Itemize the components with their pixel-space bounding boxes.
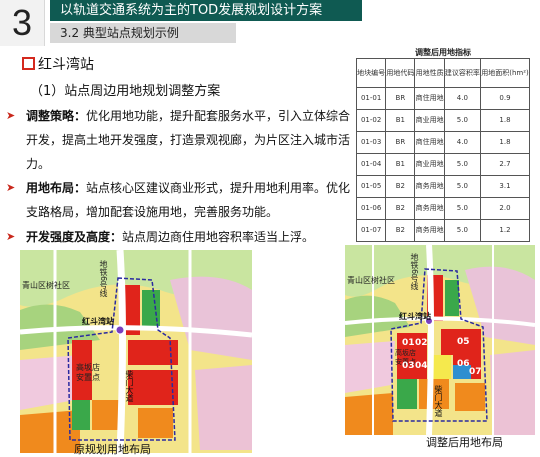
page-subtitle: 3.2 典型站点规划示例: [50, 23, 236, 43]
table-row: 01-05 B2 商务用地 5.0 3.1: [355, 175, 530, 198]
parcel-label: 01: [402, 338, 415, 348]
cell: 2.0: [480, 197, 530, 220]
header-cell: 用地代码: [385, 58, 416, 88]
housing-label: 高坂店安置点: [76, 363, 100, 382]
table-title: 调整后用地指标: [415, 48, 471, 57]
table-header-row: 地块编号 用地代码 用地性质 建议容积率 用地面积(hm²): [355, 58, 530, 88]
cell: 2.7: [480, 153, 530, 176]
bullet-layout: ➤ 用地布局：站点核心区建议商业形式，提升用地利用率。优化支路格局，增加配套设施…: [6, 176, 358, 224]
cell: 01-06: [355, 197, 387, 220]
cell: B2: [385, 197, 416, 220]
cell: 0.9: [480, 87, 530, 110]
section-heading: （1）站点周边用地规划调整方案: [30, 84, 221, 99]
cell: 5.0: [443, 175, 482, 198]
table-row: 01-02 B1 商业用地 5.0 1.8: [355, 109, 530, 132]
table-row: 01-01 BR 商住用地 4.0 0.9: [355, 87, 530, 110]
bullet-key: 用地布局：: [26, 181, 87, 195]
cell: 商住用地: [414, 131, 445, 154]
cell: B2: [385, 175, 416, 198]
cell: 商务用地: [414, 197, 445, 220]
station-name: 红斗湾站: [38, 57, 94, 73]
adjusted-land-use-map: 青山区树社区 地铁6号线 红斗湾站 高坂店安置点 柴门大道 01 02 05 0…: [345, 245, 535, 435]
bullet-key: 开发强度及高度：: [26, 230, 123, 244]
cell: BR: [385, 87, 416, 110]
original-map-caption: 原规划用地布局: [74, 443, 151, 456]
bullet-strategy: ➤ 调整策略：优化用地功能，提升配套服务水平，引入立体综合开发，提高土地开发强度…: [6, 104, 358, 176]
district-label: 青山区树社区: [22, 281, 70, 290]
cell: B2: [385, 219, 416, 242]
district-label: 青山区树社区: [347, 276, 395, 285]
cell: BR: [385, 131, 416, 154]
metro-line-label: 地铁6号线: [99, 260, 108, 298]
cell: 5.0: [443, 109, 482, 132]
cell: 商务用地: [414, 175, 445, 198]
cell: 4.0: [443, 87, 482, 110]
original-land-use-map: 青山区树社区 地铁6号线 红斗湾站 高坂店安置点 柴门大道: [20, 250, 252, 453]
cell: 商业用地: [414, 109, 445, 132]
cell: 01-02: [355, 109, 387, 132]
cell: 1.2: [480, 219, 530, 242]
cell: 商住用地: [414, 87, 445, 110]
table-row: 01-04 B1 商业用地 5.0 2.7: [355, 153, 530, 176]
road-label: 柴门大道: [125, 370, 134, 402]
cell: B1: [385, 109, 416, 132]
section-number: 3: [0, 0, 45, 46]
cell: 01-04: [355, 153, 387, 176]
adjusted-map-caption: 调整后用地布局: [426, 436, 503, 449]
cell: 5.0: [443, 219, 482, 242]
road-label: 柴门大道: [434, 385, 443, 417]
cell: 1.8: [480, 131, 530, 154]
arrow-bullet-icon: ➤: [6, 181, 16, 194]
cell: 商业用地: [414, 153, 445, 176]
cell: 5.0: [443, 153, 482, 176]
cell: 01-07: [355, 219, 387, 242]
table-row: 01-06 B2 商务用地 5.0 2.0: [355, 197, 530, 220]
parcel-label: 07: [469, 367, 482, 377]
cell: 01-01: [355, 87, 387, 110]
header-cell: 地块编号: [355, 58, 387, 88]
station-label: 红斗湾站: [82, 317, 114, 326]
page-title: 以轨道交通系统为主的TOD发展规划设计方案: [50, 0, 362, 21]
arrow-bullet-icon: ➤: [6, 109, 16, 122]
station-label: 红斗湾站: [399, 312, 431, 321]
table-row: 01-03 BR 商住用地 4.0 1.8: [355, 131, 530, 154]
cell: 1.8: [480, 109, 530, 132]
metro-line-label: 地铁6号线: [410, 253, 419, 291]
parcel-label: 06: [457, 359, 470, 369]
parcel-label: 03: [402, 361, 415, 371]
bullet-intensity: ➤ 开发强度及高度：站点周边商住用地容积率适当上浮。: [6, 225, 358, 249]
cell: 4.0: [443, 131, 482, 154]
cell: 01-05: [355, 175, 387, 198]
parcel-label: 04: [415, 361, 428, 371]
header-cell: 用地性质: [414, 58, 445, 88]
square-bullet-icon: [22, 57, 35, 70]
cell: B1: [385, 153, 416, 176]
bullet-text: 站点周边商住用地容积率适当上浮。: [122, 230, 315, 244]
header-cell: 建议容积率: [443, 58, 482, 88]
parcel-label: 02: [415, 338, 428, 348]
bullet-key: 调整策略：: [26, 109, 87, 123]
cell: 商务用地: [414, 219, 445, 242]
header-cell: 用地面积(hm²): [480, 58, 530, 88]
station-heading: 红斗湾站: [22, 54, 94, 74]
cell: 01-03: [355, 131, 387, 154]
cell: 3.1: [480, 175, 530, 198]
parcel-label: 05: [457, 337, 470, 347]
land-use-table: 地块编号 用地代码 用地性质 建议容积率 用地面积(hm²) 01-01 BR 商住…: [355, 58, 530, 242]
cell: 5.0: [443, 197, 482, 220]
table-row: 01-07 B2 商务用地 5.0 1.2: [355, 219, 530, 242]
arrow-bullet-icon: ➤: [6, 230, 16, 243]
